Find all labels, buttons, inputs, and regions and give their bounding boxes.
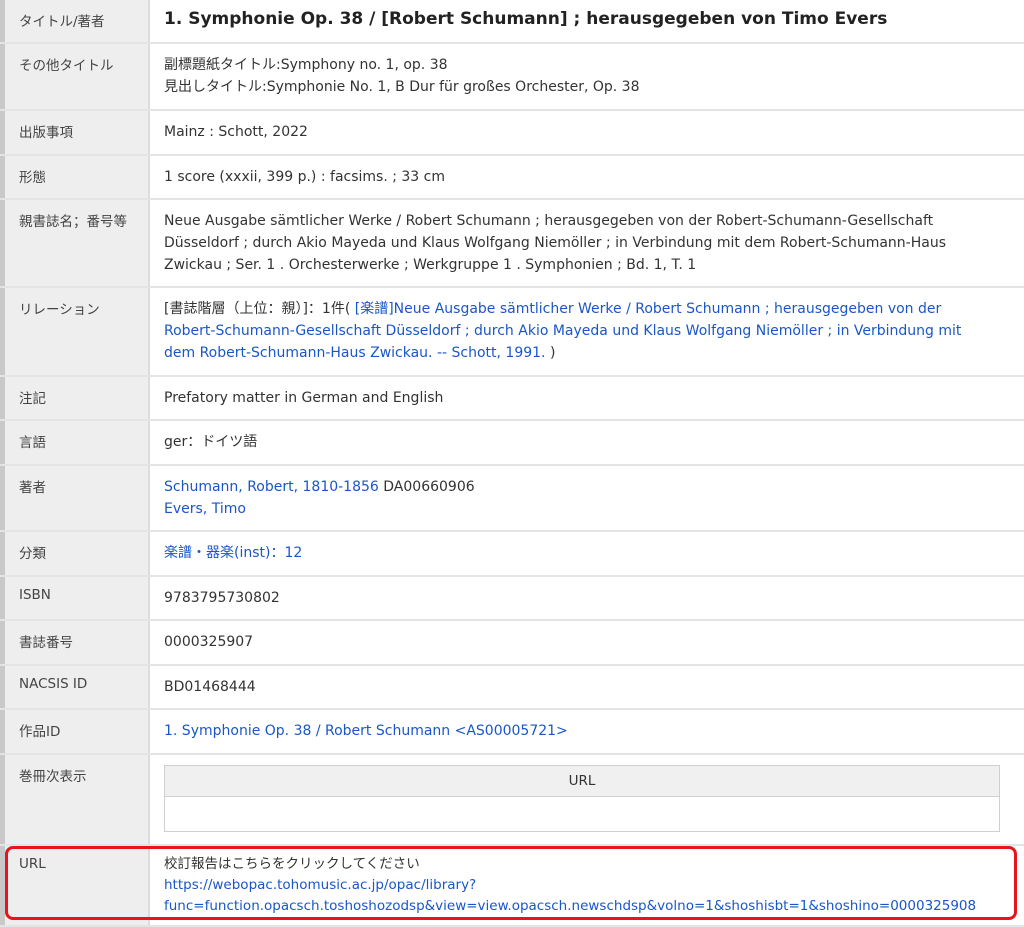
label-author: 著者	[19, 480, 46, 496]
label-title: タイトル/著者	[19, 14, 105, 30]
label-classification: 分類	[19, 546, 46, 562]
nacsis-id-value: BD01468444	[164, 679, 256, 695]
label-url: URL	[19, 856, 46, 872]
record-title: 1. Symphonie Op. 38 / [Robert Schumann] …	[164, 9, 888, 29]
label-series: 親書誌名；番号等	[19, 214, 127, 230]
relation-suffix: )	[545, 345, 556, 361]
row-language: 言語 ger：ドイツ語	[0, 420, 1024, 466]
relation-prefix: [書誌階層（上位：親）]：1件(	[164, 301, 351, 317]
url-note: 校訂報告はこちらをクリックしてください	[164, 856, 420, 872]
author-link-evers[interactable]: Evers, Timo	[164, 501, 246, 517]
author-id: DA00660906	[378, 479, 475, 495]
other-title-line-1: 副標題紙タイトル:Symphony no. 1, op. 38	[164, 57, 448, 73]
relation-link-line-3[interactable]: dem Robert-Schumann-Haus Zwickau. -- Sch…	[164, 345, 546, 361]
volumes-empty-cell	[164, 796, 1000, 832]
series-line-1: Neue Ausgabe sämtlicher Werke / Robert S…	[164, 213, 934, 229]
url-link-line-1[interactable]: https://webopac.tohomusic.ac.jp/opac/lib…	[164, 877, 476, 893]
row-nacsis-id: NACSIS ID BD01468444	[0, 665, 1024, 710]
row-series: 親書誌名；番号等 Neue Ausgabe sämtlicher Werke /…	[0, 199, 1024, 288]
row-note: 注記 Prefatory matter in German and Englis…	[0, 376, 1024, 421]
row-other-title: その他タイトル 副標題紙タイトル:Symphony no. 1, op. 38 …	[0, 43, 1024, 111]
row-author: 著者 Schumann, Robert, 1810-1856 DA0066090…	[0, 465, 1024, 532]
note-value: Prefatory matter in German and English	[164, 390, 444, 406]
series-line-3: Zwickau ; Ser. 1 . Orchesterwerke ; Werk…	[164, 257, 697, 273]
language-value: ger：ドイツ語	[164, 434, 258, 450]
label-work-id: 作品ID	[19, 724, 61, 740]
label-note: 注記	[19, 391, 46, 407]
form-value: 1 score (xxxii, 399 p.) : facsims. ; 33 …	[164, 169, 445, 185]
label-relation: リレーション	[19, 302, 100, 318]
row-isbn: ISBN 9783795730802	[0, 576, 1024, 621]
author-link-schumann[interactable]: Schumann, Robert, 1810-1856	[164, 479, 379, 495]
url-link-line-2[interactable]: func=function.opacsch.toshoshozodsp&view…	[164, 898, 976, 914]
label-volumes: 巻冊次表示	[19, 769, 87, 785]
row-relation: リレーション [書誌階層（上位：親）]：1件( [楽譜]Neue Ausgabe…	[0, 287, 1024, 377]
bib-number-value: 0000325907	[164, 634, 254, 650]
row-work-id: 作品ID 1. Symphonie Op. 38 / Robert Schuma…	[0, 709, 1024, 755]
row-form: 形態 1 score (xxxii, 399 p.) : facsims. ; …	[0, 155, 1024, 200]
row-classification: 分類 楽譜・器楽(inst)：12	[0, 531, 1024, 577]
isbn-value: 9783795730802	[164, 590, 280, 606]
work-id-link[interactable]: 1. Symphonie Op. 38 / Robert Schumann <A…	[164, 723, 568, 739]
label-other-title: その他タイトル	[19, 58, 114, 74]
bibliographic-detail-table: タイトル/著者 1. Symphonie Op. 38 / [Robert Sc…	[0, 0, 1024, 927]
label-nacsis-id: NACSIS ID	[19, 676, 88, 692]
row-bib-number: 書誌番号 0000325907	[0, 620, 1024, 666]
classification-link[interactable]: 楽譜・器楽(inst)：12	[164, 545, 302, 561]
publication-value: Mainz : Schott, 2022	[164, 124, 308, 140]
row-volumes: 巻冊次表示 URL	[0, 754, 1024, 846]
label-isbn: ISBN	[19, 587, 51, 603]
label-publication: 出版事項	[19, 125, 73, 141]
other-title-line-2: 見出しタイトル:Symphonie No. 1, B Dur für große…	[164, 79, 640, 95]
series-line-2: Düsseldorf ; durch Akio Mayeda und Klaus…	[164, 235, 946, 251]
row-title: タイトル/著者 1. Symphonie Op. 38 / [Robert Sc…	[0, 0, 1024, 44]
volumes-table: URL	[164, 765, 1000, 832]
volumes-column-url: URL	[164, 765, 1000, 797]
row-url: URL 校訂報告はこちらをクリックしてください https://webopac.…	[0, 845, 1024, 927]
label-language: 言語	[19, 435, 46, 451]
relation-link-line-2[interactable]: Robert-Schumann-Gesellschaft Düsseldorf …	[164, 323, 961, 339]
label-form: 形態	[19, 170, 46, 186]
row-publication: 出版事項 Mainz : Schott, 2022	[0, 110, 1024, 156]
label-bib-number: 書誌番号	[19, 635, 73, 651]
relation-link-line-1[interactable]: [楽譜]Neue Ausgabe sämtlicher Werke / Robe…	[355, 301, 942, 317]
